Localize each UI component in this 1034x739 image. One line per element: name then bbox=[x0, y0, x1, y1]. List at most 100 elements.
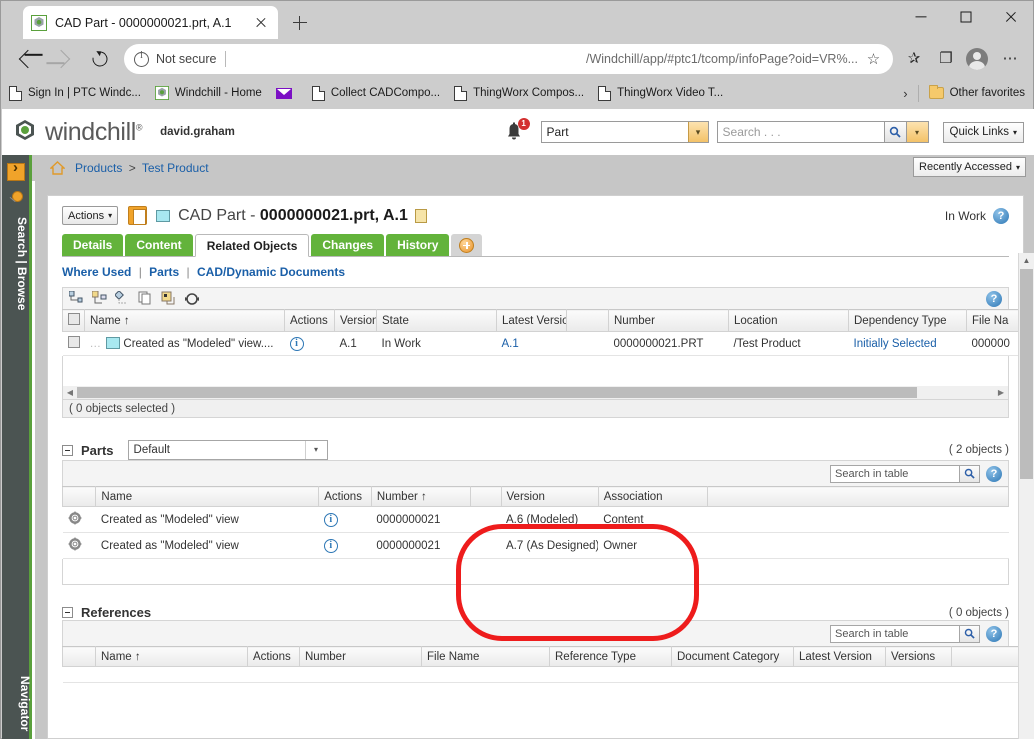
scroll-left-arrow-icon[interactable]: ◀ bbox=[63, 388, 77, 397]
quick-links-button[interactable]: Quick Links ▾ bbox=[942, 121, 1024, 143]
expand-one-level-icon[interactable] bbox=[114, 290, 131, 306]
column-version[interactable]: Version bbox=[500, 486, 599, 507]
help-icon[interactable]: ? bbox=[993, 207, 1009, 224]
column-number[interactable]: Number ↑ bbox=[370, 486, 472, 507]
search-submit-button[interactable] bbox=[884, 121, 907, 143]
table-row[interactable]: … Created as "Modeled" view.... i A.1 In… bbox=[62, 331, 1023, 356]
tab-related-objects[interactable]: Related Objects bbox=[194, 234, 310, 257]
reload-button[interactable] bbox=[83, 44, 117, 74]
bookmark-item[interactable] bbox=[275, 87, 298, 99]
bookmark-item[interactable]: Collect CADCompo... bbox=[311, 85, 440, 101]
used-by-horizontal-scrollbar[interactable]: ◀ ▶ bbox=[62, 386, 1009, 400]
browser-tab[interactable]: CAD Part - 0000000021.prt, A.1 bbox=[23, 6, 278, 39]
copy-icon[interactable] bbox=[138, 291, 154, 306]
column-file-name[interactable]: File Name bbox=[421, 646, 550, 667]
column-blank[interactable] bbox=[566, 309, 609, 332]
bookmark-item[interactable]: ThingWorx Video T... bbox=[598, 85, 723, 101]
scroll-up-arrow-icon[interactable]: ▲ bbox=[1019, 253, 1034, 268]
help-icon[interactable]: ? bbox=[986, 290, 1002, 307]
row-checkbox-cell[interactable] bbox=[62, 331, 85, 356]
column-dependency-type[interactable]: Dependency Type bbox=[848, 309, 967, 332]
window-close-button[interactable] bbox=[988, 1, 1033, 33]
breadcrumb-current[interactable]: Test Product bbox=[142, 161, 209, 175]
navigator-label[interactable]: Navigator bbox=[2, 676, 32, 731]
select-all-header[interactable] bbox=[62, 309, 85, 332]
column-latest-version[interactable]: Latest Version bbox=[496, 309, 567, 332]
window-minimize-button[interactable] bbox=[898, 1, 943, 33]
profile-avatar[interactable] bbox=[966, 48, 988, 70]
expand-panel-icon[interactable] bbox=[6, 159, 25, 181]
table-row[interactable]: Created as "Modeled" view i 0000000021 A… bbox=[62, 532, 1009, 559]
actions-menu-button[interactable]: Actions ▾ bbox=[62, 206, 119, 225]
chevron-down-icon[interactable]: ▾ bbox=[304, 441, 327, 459]
other-favorites-label[interactable]: Other favorites bbox=[950, 87, 1025, 99]
checkbox[interactable] bbox=[67, 336, 80, 348]
references-search-button[interactable] bbox=[960, 624, 980, 643]
search-options-button[interactable]: ▾ bbox=[906, 121, 929, 143]
bookmark-star-icon[interactable]: ☆ bbox=[864, 50, 883, 69]
pin-icon[interactable] bbox=[9, 191, 23, 205]
collapse-icon[interactable] bbox=[62, 607, 73, 618]
more-options-icon[interactable]: ⋯ bbox=[995, 44, 1025, 74]
forward-button[interactable] bbox=[46, 44, 80, 74]
global-search-input[interactable]: Search . . . bbox=[716, 121, 885, 143]
info-icon[interactable]: i bbox=[323, 538, 338, 553]
help-icon[interactable]: ? bbox=[986, 465, 1002, 482]
checkbox[interactable] bbox=[68, 313, 80, 325]
sublink-where-used[interactable]: Where Used bbox=[62, 265, 131, 279]
column-association[interactable]: Association bbox=[597, 486, 709, 507]
address-bar[interactable]: Not secure /Windchill/app/#ptc1/tcomp/in… bbox=[124, 44, 893, 74]
tab-content[interactable]: Content bbox=[125, 234, 193, 256]
references-search-input[interactable]: Search in table bbox=[830, 624, 960, 643]
tab-details[interactable]: Details bbox=[62, 234, 124, 256]
cell-actions[interactable]: i bbox=[318, 506, 372, 533]
home-icon[interactable] bbox=[49, 161, 66, 175]
column-document-category[interactable]: Document Category bbox=[671, 646, 794, 667]
insert-icon[interactable] bbox=[161, 291, 177, 306]
column-versions[interactable]: Versions bbox=[885, 646, 952, 667]
bookmarks-overflow-icon[interactable]: › bbox=[903, 86, 907, 101]
column-actions[interactable]: Actions bbox=[318, 486, 372, 507]
tab-changes[interactable]: Changes bbox=[311, 234, 385, 256]
collapse-icon[interactable] bbox=[62, 444, 73, 456]
favorites-icon[interactable]: ✰ bbox=[899, 44, 929, 74]
scrollbar-thumb[interactable] bbox=[1020, 269, 1033, 479]
refresh-icon[interactable] bbox=[184, 291, 200, 306]
chevron-down-icon[interactable]: ▾ bbox=[687, 122, 708, 142]
info-icon[interactable]: i bbox=[323, 512, 338, 527]
column-number[interactable]: Number bbox=[608, 309, 729, 332]
parts-search-input[interactable]: Search in table bbox=[830, 464, 960, 483]
tab-history[interactable]: History bbox=[386, 234, 450, 256]
cell-actions[interactable]: i bbox=[318, 532, 372, 559]
cell-actions[interactable]: i bbox=[284, 331, 335, 356]
page-vertical-scrollbar[interactable]: ▲ bbox=[1018, 253, 1034, 739]
column-state[interactable]: State bbox=[376, 309, 497, 332]
table-row[interactable]: Created as "Modeled" view i 0000000021 A… bbox=[62, 506, 1009, 533]
bookmark-item[interactable]: Sign In | PTC Windc... bbox=[9, 85, 141, 101]
cell-dependency-type[interactable]: Initially Selected bbox=[848, 331, 967, 356]
info-icon[interactable] bbox=[134, 50, 149, 67]
scroll-right-arrow-icon[interactable]: ▶ bbox=[994, 388, 1008, 397]
sublink-parts[interactable]: Parts bbox=[149, 265, 179, 279]
recently-accessed-button[interactable]: Recently Accessed ▾ bbox=[913, 157, 1026, 177]
back-button[interactable] bbox=[9, 44, 43, 74]
help-icon[interactable]: ? bbox=[986, 625, 1002, 642]
info-icon[interactable]: i bbox=[289, 336, 304, 351]
sublink-cad-dynamic-documents[interactable]: CAD/Dynamic Documents bbox=[197, 265, 345, 279]
scrollbar-thumb[interactable] bbox=[77, 387, 917, 398]
window-maximize-button[interactable] bbox=[943, 1, 988, 33]
bookmark-item[interactable]: ThingWorx Compos... bbox=[454, 85, 584, 101]
column-name[interactable]: Name ↑ bbox=[84, 309, 285, 332]
bookmark-item[interactable]: Windchill - Home bbox=[154, 86, 262, 100]
object-type-select[interactable]: Part ▾ bbox=[540, 121, 709, 143]
parts-view-select[interactable]: Default ▾ bbox=[127, 440, 328, 460]
column-actions[interactable]: Actions bbox=[247, 646, 300, 667]
column-reference-type[interactable]: Reference Type bbox=[549, 646, 672, 667]
column-file-name[interactable]: File Na bbox=[966, 309, 1023, 332]
column-number[interactable]: Number bbox=[299, 646, 422, 667]
tab-add-button[interactable] bbox=[451, 234, 483, 256]
parts-search-button[interactable] bbox=[960, 464, 980, 483]
cell-latest-version[interactable]: A.1 bbox=[496, 331, 567, 356]
tab-close-icon[interactable] bbox=[252, 14, 270, 32]
column-version[interactable]: Version bbox=[334, 309, 377, 332]
